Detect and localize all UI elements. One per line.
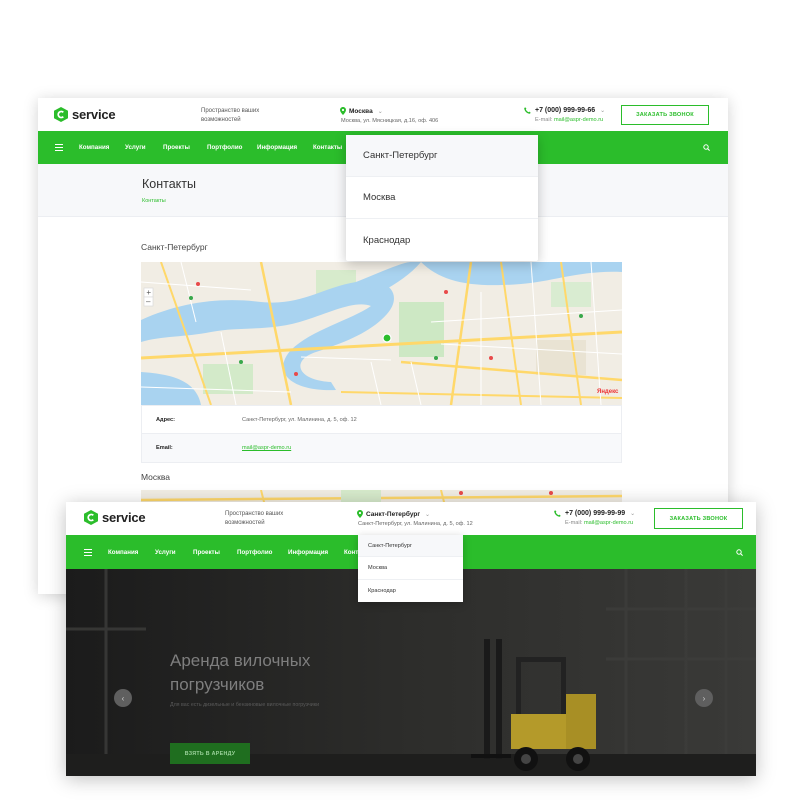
prev-slide-button[interactable]: ‹ <box>114 689 132 707</box>
rent-button[interactable]: ВЗЯТЬ В АРЕНДУ <box>170 743 250 764</box>
dropdown-option-moscow[interactable]: Москва <box>358 557 463 580</box>
header: service Пространство ваших возможностей … <box>66 502 756 535</box>
city-dropdown: Санкт-Петербург Москва Краснодар <box>346 135 538 261</box>
nav-projects[interactable]: Проекты <box>193 549 220 556</box>
chevron-down-icon[interactable]: ⌄ <box>630 510 635 517</box>
breadcrumb[interactable]: Контакты <box>142 198 166 204</box>
email-link[interactable]: mail@aspr-demo.ru <box>554 117 603 123</box>
nav-services[interactable]: Услуги <box>125 144 146 151</box>
hero-title-line-1: Аренда вилочных <box>170 651 311 670</box>
chevron-down-icon[interactable]: ⌄ <box>600 107 605 114</box>
logo-text: service <box>102 510 146 525</box>
order-call-button[interactable]: ЗАКАЗАТЬ ЗВОНОК <box>654 508 743 529</box>
zoom-out-button[interactable]: – <box>146 297 151 306</box>
home-page-window: service Пространство ваших возможностей … <box>66 502 756 776</box>
search-icon[interactable] <box>736 549 743 556</box>
email-link[interactable]: mail@aspr-demo.ru <box>242 445 291 451</box>
phone-block: +7 (000) 999-99-99 ⌄ E-mail: mail@aspr-d… <box>554 510 635 526</box>
phone-icon <box>554 510 561 517</box>
address-value: Санкт-Петербург, ул. Малинина, д. 5, оф.… <box>242 416 357 423</box>
dropdown-option-krasnodar[interactable]: Краснодар <box>346 219 538 261</box>
dropdown-option-moscow[interactable]: Москва <box>346 177 538 219</box>
dropdown-option-spb[interactable]: Санкт-Петербург <box>346 135 538 177</box>
email-link[interactable]: mail@aspr-demo.ru <box>584 520 633 526</box>
map-provider-logo: Яндекс <box>597 389 619 395</box>
nav-information[interactable]: Информация <box>288 549 328 556</box>
logo-icon <box>54 107 68 122</box>
logo-text: service <box>72 107 116 122</box>
nav-company[interactable]: Компания <box>108 549 138 556</box>
city-dropdown: Санкт-Петербург Москва Краснодар <box>358 535 463 602</box>
email-label: E-mail: <box>565 520 583 526</box>
order-call-button[interactable]: ЗАКАЗАТЬ ЗВОНОК <box>621 105 709 125</box>
tagline: Пространство ваших возможностей <box>201 108 260 123</box>
nav-services[interactable]: Услуги <box>155 549 176 556</box>
email-row: E-mail: mail@aspr-demo.ru <box>565 520 635 526</box>
nav-projects[interactable]: Проекты <box>163 144 190 151</box>
search-icon[interactable] <box>703 144 710 151</box>
hero-title-line-2: погрузчиков <box>170 675 265 694</box>
nav-portfolio[interactable]: Портфолио <box>237 549 272 556</box>
email-row: E-mail: mail@aspr-demo.ru <box>535 117 605 123</box>
zoom-in-button[interactable]: + <box>146 288 151 297</box>
logo[interactable]: service <box>54 107 116 122</box>
menu-icon[interactable] <box>55 144 63 151</box>
hero-title: Аренда вилочных погрузчиков <box>170 649 310 697</box>
tagline: Пространство ваших возможностей <box>225 511 284 526</box>
phone-icon <box>524 107 531 114</box>
nav-contacts[interactable]: Контакты <box>313 144 342 151</box>
nav-information[interactable]: Информация <box>257 144 297 151</box>
menu-icon[interactable] <box>84 549 92 556</box>
email-label: Email: <box>156 445 173 451</box>
email-row: Email: mail@aspr-demo.ru <box>142 434 621 462</box>
city-selector[interactable]: Москва ⌄ Москва, ул. Мясницкая, д.16, оф… <box>340 107 438 124</box>
chevron-down-icon: ⌄ <box>425 511 431 518</box>
chevron-down-icon: ⌄ <box>377 108 383 115</box>
dropdown-option-spb[interactable]: Санкт-Петербург <box>358 535 463 558</box>
section-title-spb: Санкт-Петербург <box>141 242 208 252</box>
current-city: Москва <box>349 107 373 115</box>
nav-company[interactable]: Компания <box>79 144 109 151</box>
location-pin-icon <box>340 107 346 115</box>
address-label: Адрес: <box>156 416 176 423</box>
city-address: Москва, ул. Мясницкая, д.16, оф. 406 <box>341 118 439 124</box>
next-slide-button[interactable]: › <box>695 689 713 707</box>
nav-portfolio[interactable]: Портфолио <box>207 144 242 151</box>
map-spb[interactable]: + – Яндекс <box>141 262 622 405</box>
address-row: Адрес: Санкт-Петербург, ул. Малинина, д.… <box>142 406 621 434</box>
page-title: Контакты <box>142 177 196 191</box>
screenshot-canvas: service Пространство ваших возможностей … <box>0 0 800 800</box>
header: service Пространство ваших возможностей … <box>38 98 728 131</box>
section-title-moscow: Москва <box>141 472 171 482</box>
city-selector[interactable]: Санкт-Петербург ⌄ Санкт-Петербург, ул. М… <box>357 510 473 527</box>
phone-number[interactable]: +7 (000) 999-99-66 <box>535 107 595 114</box>
map-graphic: + – Яндекс <box>141 262 622 405</box>
spb-info-table: Адрес: Санкт-Петербург, ул. Малинина, д.… <box>141 405 622 463</box>
phone-block: +7 (000) 999-99-66 ⌄ E-mail: mail@aspr-d… <box>524 107 605 123</box>
city-address: Санкт-Петербург, ул. Малинина, д. 5, оф.… <box>358 521 473 527</box>
dropdown-option-krasnodar[interactable]: Краснодар <box>358 580 463 602</box>
hero-subtitle: Для вас есть дизельные и бензиновые вило… <box>170 702 320 708</box>
logo[interactable]: service <box>84 510 146 525</box>
phone-number[interactable]: +7 (000) 999-99-99 <box>565 510 625 517</box>
location-pin-icon <box>357 510 363 518</box>
email-label: E-mail: <box>535 117 553 123</box>
logo-icon <box>84 510 98 525</box>
current-city: Санкт-Петербург <box>366 510 421 518</box>
